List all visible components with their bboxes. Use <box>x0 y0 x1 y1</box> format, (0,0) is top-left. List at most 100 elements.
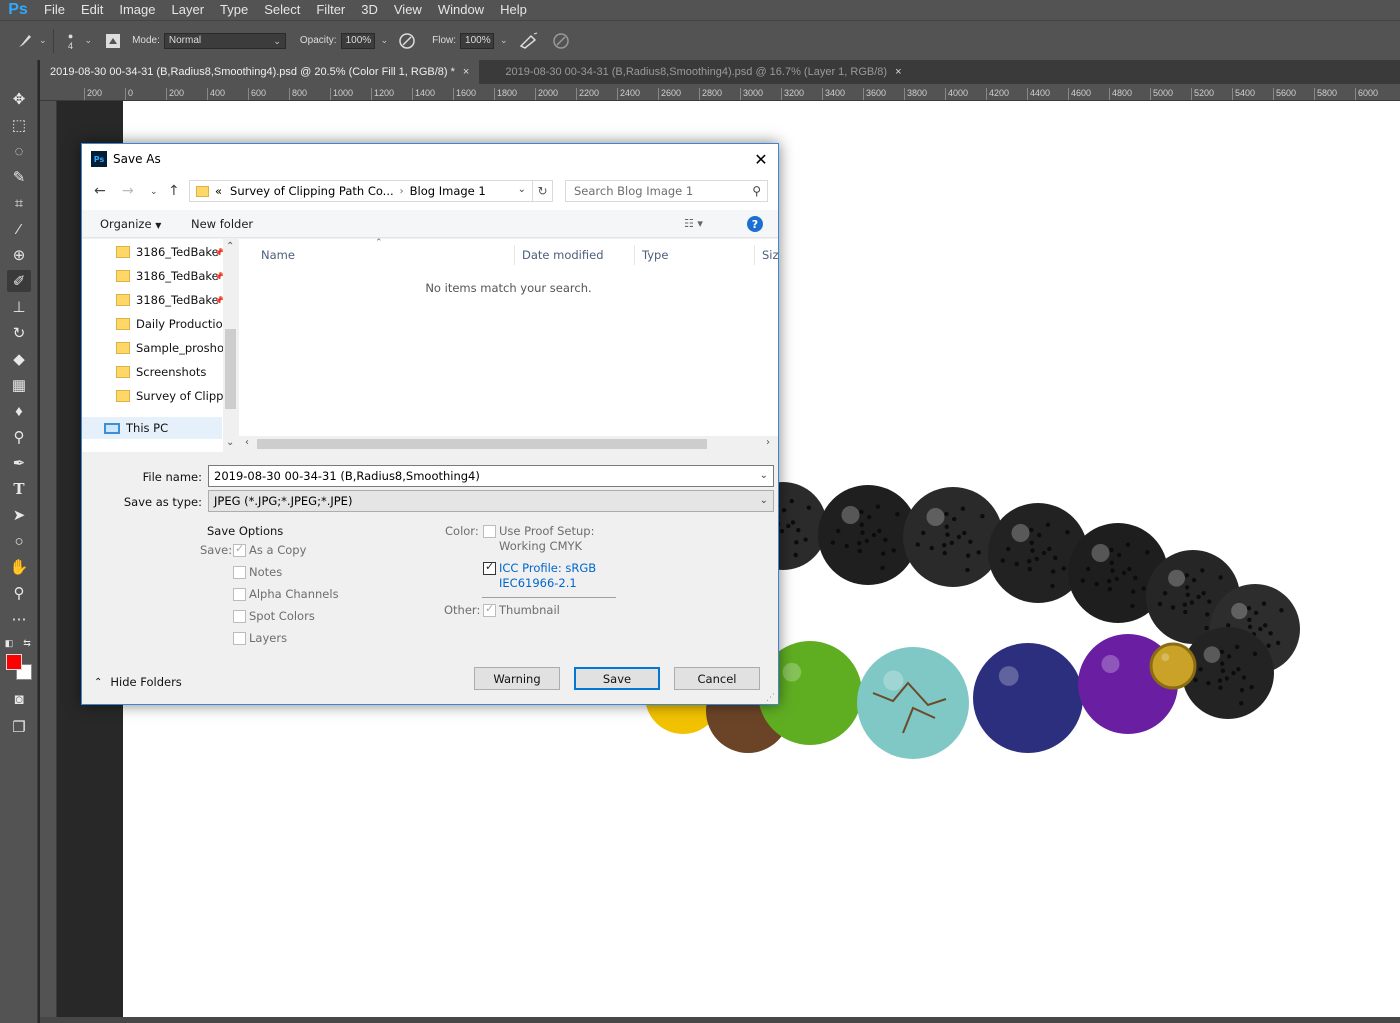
column-type[interactable]: Type <box>636 245 755 265</box>
menu-file[interactable]: File <box>36 0 73 20</box>
save-as-type-select[interactable]: JPEG (*.JPG;*.JPEG;*.JPE) ⌄ <box>208 490 774 512</box>
quick-mask-icon[interactable]: ◙ <box>7 688 31 710</box>
scroll-up-icon[interactable]: ⌃ <box>226 241 234 252</box>
tool-preset-caret-icon[interactable]: ⌄ <box>39 35 47 46</box>
icc-profile-checkbox[interactable] <box>483 560 496 575</box>
zoom-tool-icon[interactable]: ⚲ <box>7 582 31 604</box>
scroll-right-icon[interactable]: › <box>766 437 770 448</box>
file-name-input[interactable]: 2019-08-30 00-34-31 (B,Radius8,Smoothing… <box>208 465 774 487</box>
chevron-down-icon[interactable]: ⌄ <box>760 466 768 486</box>
scroll-down-icon[interactable]: ⌄ <box>226 437 234 448</box>
menu-window[interactable]: Window <box>430 0 492 20</box>
airbrush-icon[interactable] <box>518 30 540 52</box>
quick-select-tool-icon[interactable]: ✎ <box>7 166 31 188</box>
move-tool-icon[interactable]: ✥ <box>7 88 31 110</box>
column-date-modified[interactable]: Date modified <box>516 245 635 265</box>
blur-tool-icon[interactable]: ♦ <box>7 400 31 422</box>
column-name[interactable]: Name ⌃ <box>255 238 515 265</box>
column-size[interactable]: Size <box>756 245 778 265</box>
healing-brush-tool-icon[interactable]: ⊕ <box>7 244 31 266</box>
resize-grip-icon[interactable]: ⋰ <box>766 693 775 703</box>
clone-stamp-tool-icon[interactable]: ⊥ <box>7 296 31 318</box>
close-icon[interactable]: × <box>463 60 469 84</box>
file-list-scrollbar[interactable]: ‹ › <box>239 436 778 452</box>
mode-select[interactable]: Normal ⌄ <box>163 32 286 49</box>
flow-caret-icon[interactable]: ⌄ <box>500 35 508 46</box>
opacity-caret-icon[interactable]: ⌄ <box>381 35 389 46</box>
save-button[interactable]: Save <box>574 667 660 690</box>
brush-picker-caret-icon[interactable]: ⌄ <box>85 35 93 46</box>
menu-view[interactable]: View <box>386 0 430 20</box>
breadcrumb-item-parent[interactable]: Survey of Clipping Path Co... <box>230 184 394 198</box>
more-tools-icon[interactable]: ⋯ <box>7 608 31 630</box>
brush-panel-icon[interactable] <box>102 30 124 52</box>
marquee-tool-icon[interactable]: ⬚ <box>7 114 31 136</box>
nav-item-this-pc[interactable]: This PC <box>82 417 222 439</box>
ellipse-tool-icon[interactable]: ○ <box>7 530 31 552</box>
menu-type[interactable]: Type <box>212 0 256 20</box>
tab-document-1[interactable]: 2019-08-30 00-34-31 (B,Radius8,Smoothing… <box>40 60 480 84</box>
brush-size-picker[interactable]: ● 4 <box>60 30 82 52</box>
close-icon[interactable]: × <box>895 60 901 84</box>
foreground-color-swatch[interactable] <box>6 654 22 670</box>
cancel-button[interactable]: Cancel <box>674 667 760 690</box>
dodge-tool-icon[interactable]: ⚲ <box>7 426 31 448</box>
hand-tool-icon[interactable]: ✋ <box>7 556 31 578</box>
tab-document-2[interactable]: 2019-08-30 00-34-31 (B,Radius8,Smoothing… <box>495 60 911 84</box>
address-bar[interactable]: « Survey of Clipping Path Co... › Blog I… <box>189 180 553 202</box>
nav-item-daily-production[interactable]: Daily Production <box>116 313 224 335</box>
path-selection-tool-icon[interactable]: ➤ <box>7 504 31 526</box>
refresh-icon[interactable]: ↻ <box>532 181 552 201</box>
breadcrumb-prefix[interactable]: « <box>215 184 222 198</box>
spot-colors-checkbox[interactable] <box>233 610 246 623</box>
gradient-tool-icon[interactable]: ▦ <box>7 374 31 396</box>
breadcrumb-item-current[interactable]: Blog Image 1 <box>410 184 486 198</box>
menu-3d[interactable]: 3D <box>353 0 386 20</box>
forward-arrow-icon[interactable]: → <box>122 183 134 199</box>
scrollbar-thumb[interactable] <box>225 329 236 409</box>
pen-tool-icon[interactable]: ✒ <box>7 452 31 474</box>
brush-tool-icon[interactable]: ✐ <box>7 270 31 292</box>
screen-mode-icon[interactable]: ❐ <box>7 716 31 738</box>
scroll-left-icon[interactable]: ‹ <box>245 437 249 448</box>
nav-item-survey[interactable]: Survey of Clipping <box>116 385 224 407</box>
up-arrow-icon[interactable]: ↑ <box>168 183 180 199</box>
nav-item-tedbake-1[interactable]: 3186_TedBake 📌 <box>116 241 224 263</box>
use-proof-setup-checkbox[interactable] <box>483 525 496 538</box>
scrollbar-thumb[interactable] <box>257 439 707 449</box>
menu-help[interactable]: Help <box>492 0 535 20</box>
organize-button[interactable]: Organize ▼ <box>100 217 161 231</box>
flow-input[interactable]: 100% <box>460 32 495 49</box>
chevron-down-icon[interactable]: ⌄ <box>518 184 526 195</box>
view-options-icon[interactable]: ☷ ▾ <box>684 217 703 230</box>
breadcrumb-chevron-icon[interactable]: › <box>400 186 404 197</box>
as-a-copy-checkbox[interactable] <box>233 542 246 557</box>
type-tool-icon[interactable]: T <box>7 478 31 500</box>
folder-tree-scrollbar[interactable]: ⌃ ⌄ <box>223 239 238 452</box>
close-button[interactable]: ✕ <box>744 144 778 174</box>
new-folder-button[interactable]: New folder <box>191 217 253 231</box>
menu-image[interactable]: Image <box>111 0 163 20</box>
recent-locations-icon[interactable]: ⌄ <box>150 187 158 197</box>
back-arrow-icon[interactable]: ← <box>94 183 106 199</box>
menu-filter[interactable]: Filter <box>308 0 353 20</box>
eyedropper-tool-icon[interactable]: ⁄ <box>7 218 31 240</box>
menu-layer[interactable]: Layer <box>164 0 213 20</box>
lasso-tool-icon[interactable]: ◌ <box>7 140 31 162</box>
nav-item-screenshots[interactable]: Screenshots <box>116 361 224 383</box>
nav-item-tedbake-2[interactable]: 3186_TedBake 📌 <box>116 265 224 287</box>
menu-select[interactable]: Select <box>256 0 308 20</box>
opacity-input[interactable]: 100% <box>340 32 375 49</box>
nav-item-sample-proshot[interactable]: Sample_proshot <box>116 337 224 359</box>
default-colors-icon[interactable]: ◧ <box>2 632 16 654</box>
notes-checkbox[interactable] <box>233 566 246 579</box>
menu-edit[interactable]: Edit <box>73 0 111 20</box>
layers-checkbox[interactable] <box>233 632 246 645</box>
pressure-size-icon[interactable] <box>550 30 572 52</box>
swap-colors-icon[interactable]: ⇆ <box>20 632 34 654</box>
crop-tool-icon[interactable]: ⌗ <box>7 192 31 214</box>
alpha-channels-checkbox[interactable] <box>233 588 246 601</box>
search-input[interactable]: Search Blog Image 1 ⚲ <box>565 180 768 202</box>
pressure-opacity-icon[interactable] <box>396 30 418 52</box>
warning-button[interactable]: Warning <box>474 667 560 690</box>
